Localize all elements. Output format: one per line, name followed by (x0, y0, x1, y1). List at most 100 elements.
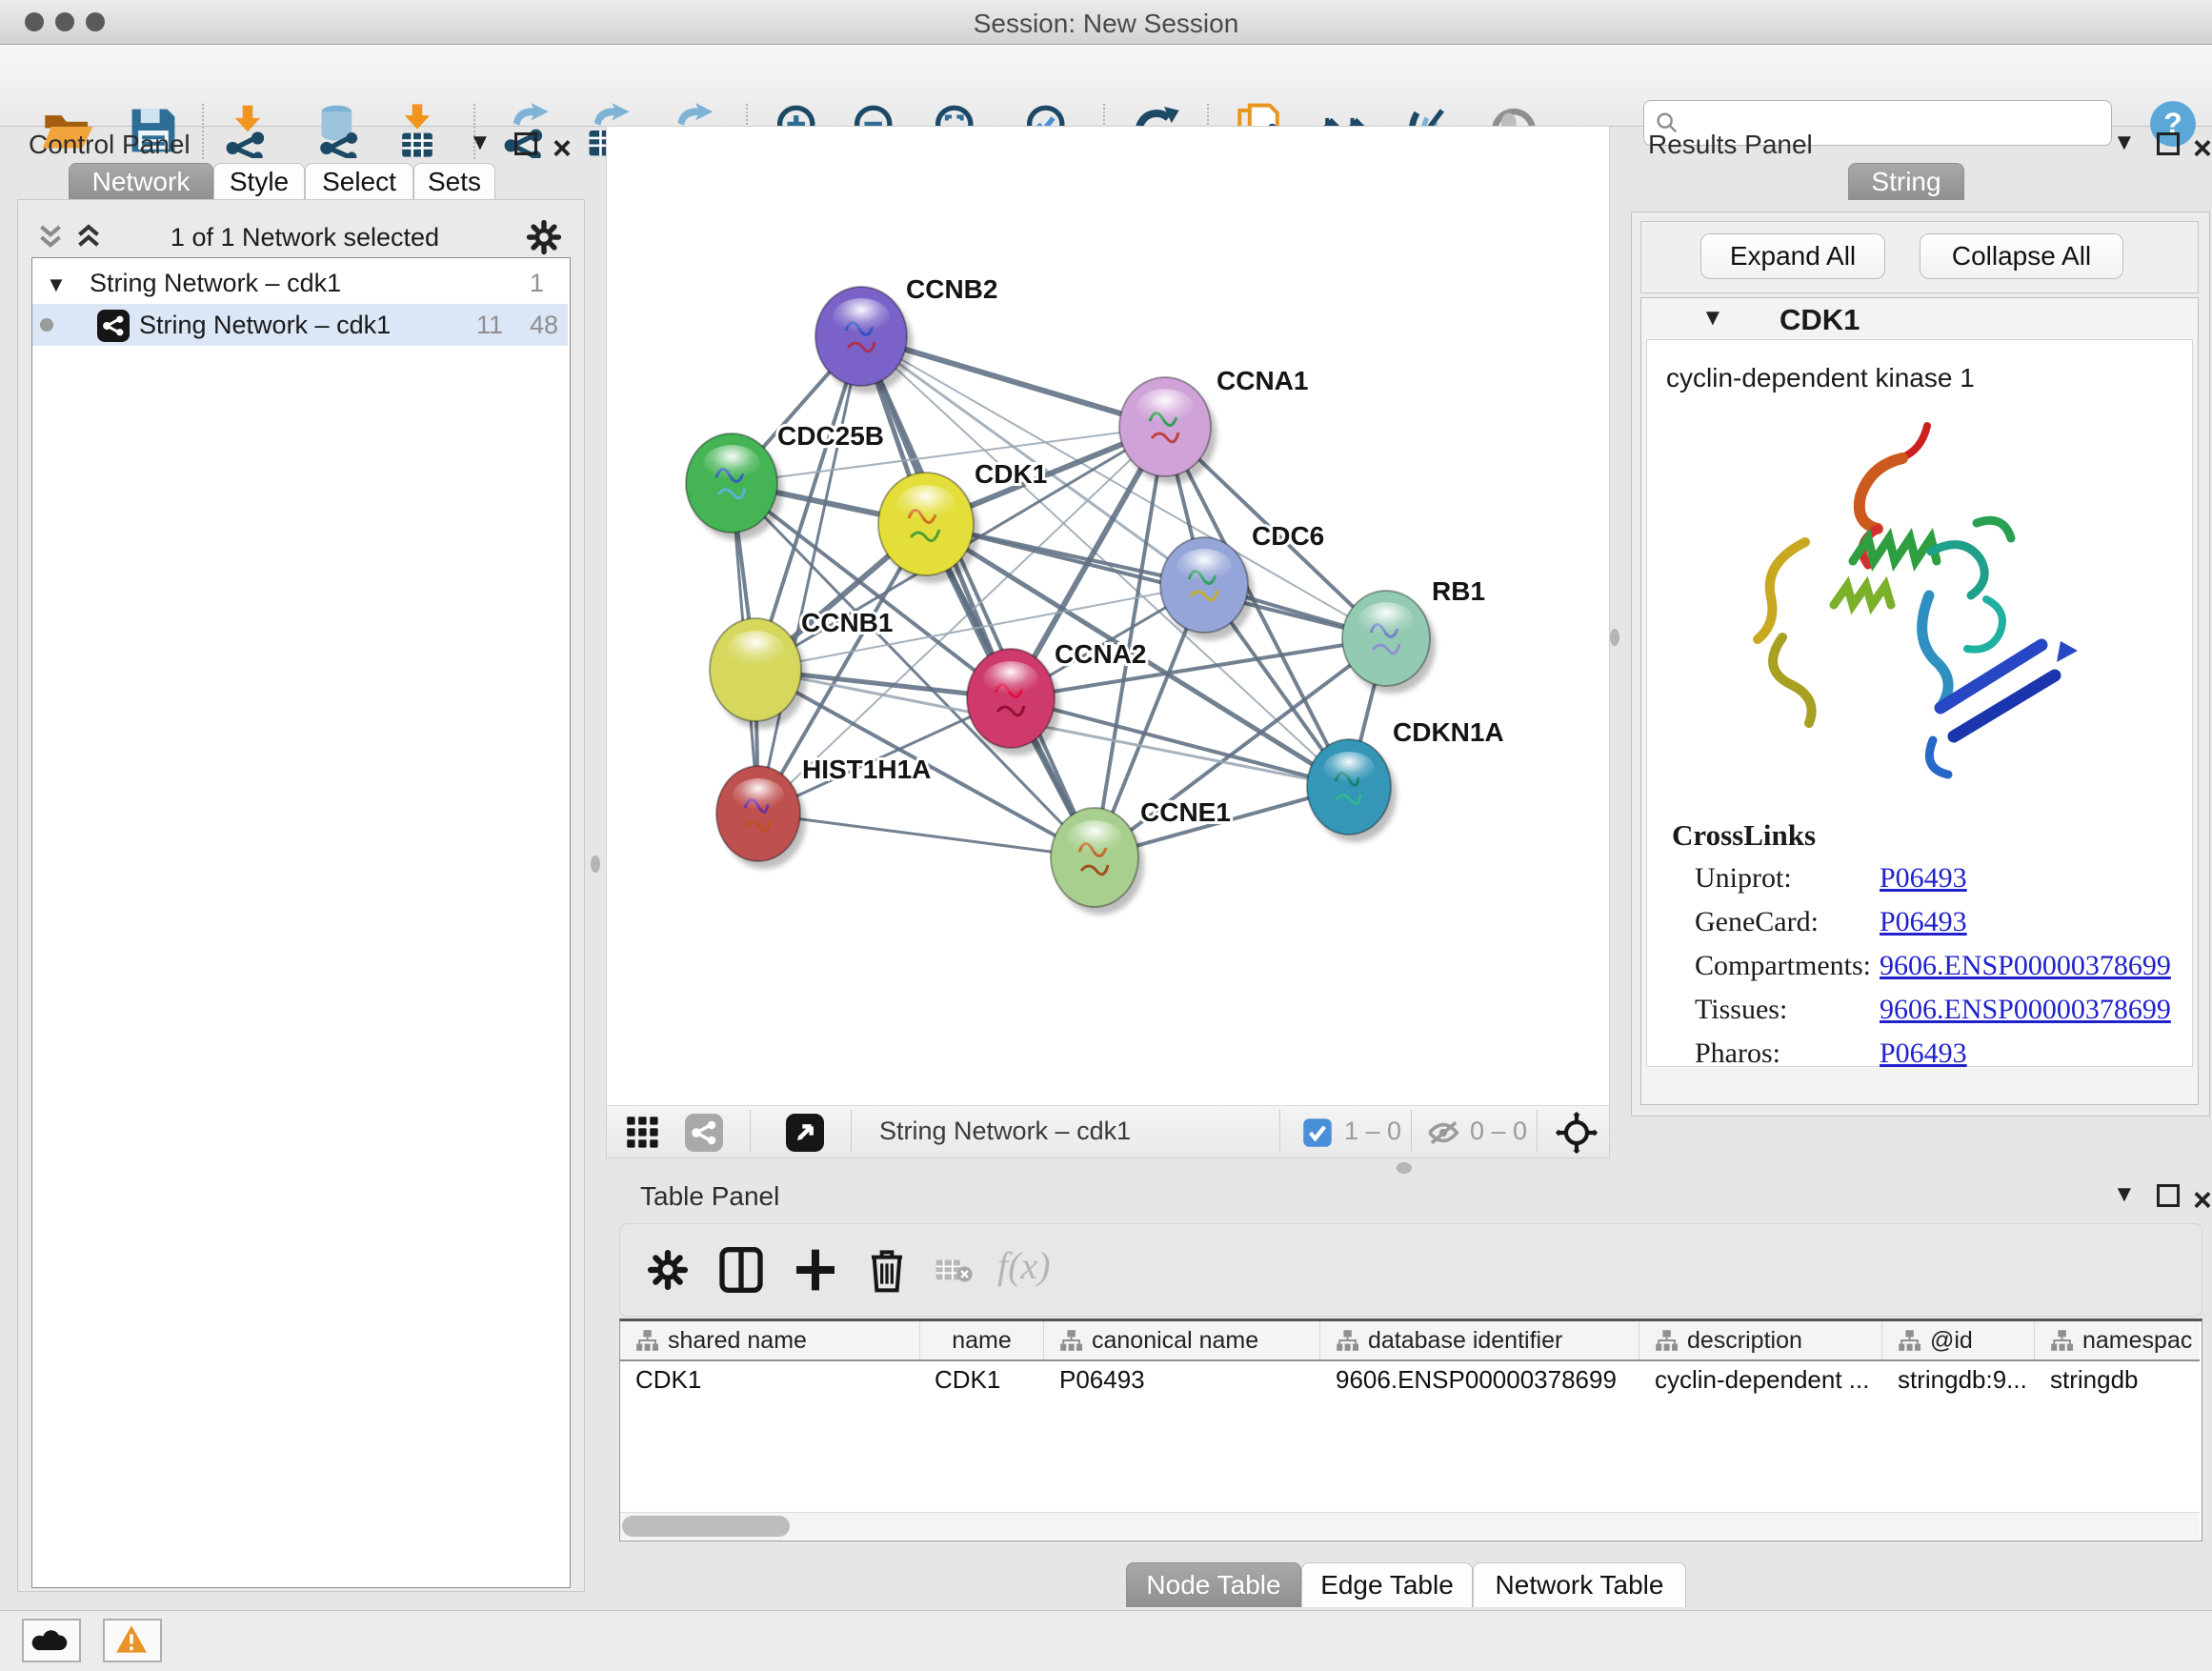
separator (1537, 1110, 1538, 1152)
collapse-all-button[interactable]: Collapse All (1920, 233, 2123, 279)
cell-description[interactable]: cyclin-dependent ... (1655, 1365, 1879, 1395)
collapse-all-icon[interactable] (34, 223, 67, 252)
cell-namespace[interactable]: stringdb (2050, 1365, 2139, 1395)
crosslinks-title: CrossLinks (1672, 818, 1816, 853)
cdk1-entry-title: CDK1 (1780, 303, 1860, 337)
crosslink-label: Tissues: (1695, 994, 1787, 1026)
crosslink-genecard-link[interactable]: P06493 (1880, 906, 1967, 938)
show-columns-icon[interactable] (719, 1247, 763, 1293)
column-header-description[interactable]: description (1639, 1321, 1882, 1359)
network-tree: ▼ String Network – cdk1 1 String Network… (31, 257, 571, 1588)
warning-button[interactable] (103, 1619, 162, 1662)
node-table[interactable]: shared name name canonical name database… (619, 1319, 2202, 1541)
table-horizontal-scrollbar[interactable] (622, 1516, 790, 1537)
results-panel-close-icon[interactable]: × (2193, 139, 2212, 158)
network-options-gear-icon[interactable] (526, 219, 562, 255)
horizontal-splitter-handle[interactable] (1397, 1162, 1412, 1174)
hidden-count: 0 – 0 (1470, 1117, 1527, 1146)
import-database-icon[interactable] (312, 103, 367, 158)
crosslink-label: Uniprot: (1695, 862, 1792, 895)
tab-string[interactable]: String (1848, 163, 1964, 200)
tab-style[interactable]: Style (213, 163, 305, 200)
control-panel-float-icon[interactable] (514, 132, 537, 155)
crosslink-uniprot-link[interactable]: P06493 (1880, 862, 1967, 895)
cell-database-identifier[interactable]: 9606.ENSP00000378699 (1336, 1365, 1617, 1395)
crosslink-pharos-link[interactable]: P06493 (1880, 1037, 1967, 1070)
tab-edge-table[interactable]: Edge Table (1301, 1562, 1473, 1607)
node-label: RB1 (1432, 576, 1485, 606)
table-gear-icon[interactable] (647, 1249, 689, 1291)
column-header-canonical-name[interactable]: canonical name (1044, 1321, 1320, 1359)
network-node-cdkn1a[interactable]: CDKN1A (1307, 717, 1504, 842)
network-view-toolbar: String Network – cdk1 1 – 0 0 – 0 (606, 1105, 1610, 1158)
cloud-button[interactable] (22, 1619, 81, 1662)
table-panel-float-icon[interactable] (2157, 1184, 2180, 1207)
fit-selected-crosshair-icon[interactable] (1556, 1112, 1598, 1154)
window-title: Session: New Session (0, 9, 2212, 39)
delete-column-icon[interactable] (866, 1247, 908, 1293)
expand-all-icon[interactable] (72, 223, 105, 252)
network-node-ccnb2[interactable]: CCNB2 (815, 274, 997, 393)
cell-id[interactable]: stringdb:9... (1898, 1365, 2031, 1395)
results-panel-float-icon[interactable] (2157, 132, 2180, 155)
right-splitter-handle[interactable] (1610, 629, 1619, 646)
network-node-ccna1[interactable]: CCNA1 (1119, 366, 1308, 484)
edge-count: 48 (530, 304, 558, 346)
delete-table-icon-disabled (935, 1257, 973, 1285)
column-header-namespace[interactable]: namespac (2035, 1321, 2200, 1359)
tab-sets[interactable]: Sets (413, 163, 495, 200)
network-node-cdc6[interactable]: CDC6 (1160, 521, 1324, 640)
selected-checkbox-icon[interactable] (1302, 1117, 1333, 1148)
network-node-ccne1[interactable]: CCNE1 (1051, 797, 1231, 915)
network-row[interactable]: String Network – cdk1 11 48 (32, 304, 568, 346)
network-share-view-icon[interactable] (685, 1114, 723, 1152)
column-header-shared-name[interactable]: shared name (620, 1321, 920, 1359)
network-view-title: String Network – cdk1 (879, 1117, 1131, 1146)
status-bar: Memory (0, 1610, 2212, 1671)
tab-network-table[interactable]: Network Table (1473, 1562, 1686, 1607)
tab-network[interactable]: Network (69, 163, 213, 200)
cell-canonical-name[interactable]: P06493 (1059, 1365, 1145, 1395)
add-column-icon[interactable] (794, 1247, 837, 1293)
left-splitter-handle[interactable] (591, 856, 600, 873)
node-count: 11 (476, 304, 503, 346)
function-builder-disabled: f(x) (997, 1243, 1051, 1288)
grid-view-icon[interactable] (626, 1116, 660, 1150)
collection-expand-icon[interactable]: ▼ (46, 266, 67, 304)
column-header-id[interactable]: @id (1882, 1321, 2035, 1359)
network-node-hist1h1a[interactable]: HIST1H1A (716, 755, 931, 869)
crosslink-compartments-link[interactable]: 9606.ENSP00000378699 (1880, 950, 2171, 982)
collection-label: String Network – cdk1 (90, 264, 341, 302)
warning-icon (115, 1624, 148, 1655)
column-header-database-identifier[interactable]: database identifier (1320, 1321, 1639, 1359)
birdseye-view-icon[interactable] (786, 1114, 824, 1152)
separator (1279, 1110, 1280, 1152)
control-panel-menu-icon[interactable]: ▼ (469, 130, 492, 156)
results-panel-menu-icon[interactable]: ▼ (2113, 130, 2136, 156)
network-node-cdk1[interactable]: CDK1 (878, 459, 1047, 583)
import-table-icon[interactable] (390, 103, 445, 158)
network-collection-row[interactable]: ▼ String Network – cdk1 1 (32, 264, 568, 302)
title-bar: Session: New Session (0, 0, 2212, 45)
tab-node-table[interactable]: Node Table (1126, 1562, 1301, 1607)
cloud-icon (31, 1626, 70, 1653)
tab-select[interactable]: Select (305, 163, 413, 200)
node-label: CDK1 (975, 459, 1047, 489)
control-panel-close-icon[interactable]: × (553, 139, 572, 158)
network-status-dot (40, 318, 53, 332)
cell-name[interactable]: CDK1 (935, 1365, 1000, 1395)
crosslink-tissues-link[interactable]: 9606.ENSP00000378699 (1880, 994, 2171, 1026)
expand-all-button[interactable]: Expand All (1700, 233, 1885, 279)
import-network-icon[interactable] (220, 103, 275, 158)
table-panel-close-icon[interactable]: × (2193, 1191, 2212, 1210)
node-label: CDC25B (777, 421, 884, 451)
cdk1-expand-icon[interactable]: ▼ (1701, 305, 1724, 332)
main-toolbar: ? (0, 45, 2212, 127)
network-canvas[interactable]: CCNB2 CCNA1 CDC25B CDK1 (606, 126, 1610, 1107)
cell-shared-name[interactable]: CDK1 (635, 1365, 701, 1395)
network-node-rb1[interactable]: RB1 (1342, 576, 1485, 694)
crosslink-label: GeneCard: (1695, 906, 1819, 938)
table-panel-menu-icon[interactable]: ▼ (2113, 1181, 2136, 1208)
column-header-name[interactable]: name (920, 1321, 1044, 1359)
crosslink-label: Pharos: (1695, 1037, 1780, 1070)
